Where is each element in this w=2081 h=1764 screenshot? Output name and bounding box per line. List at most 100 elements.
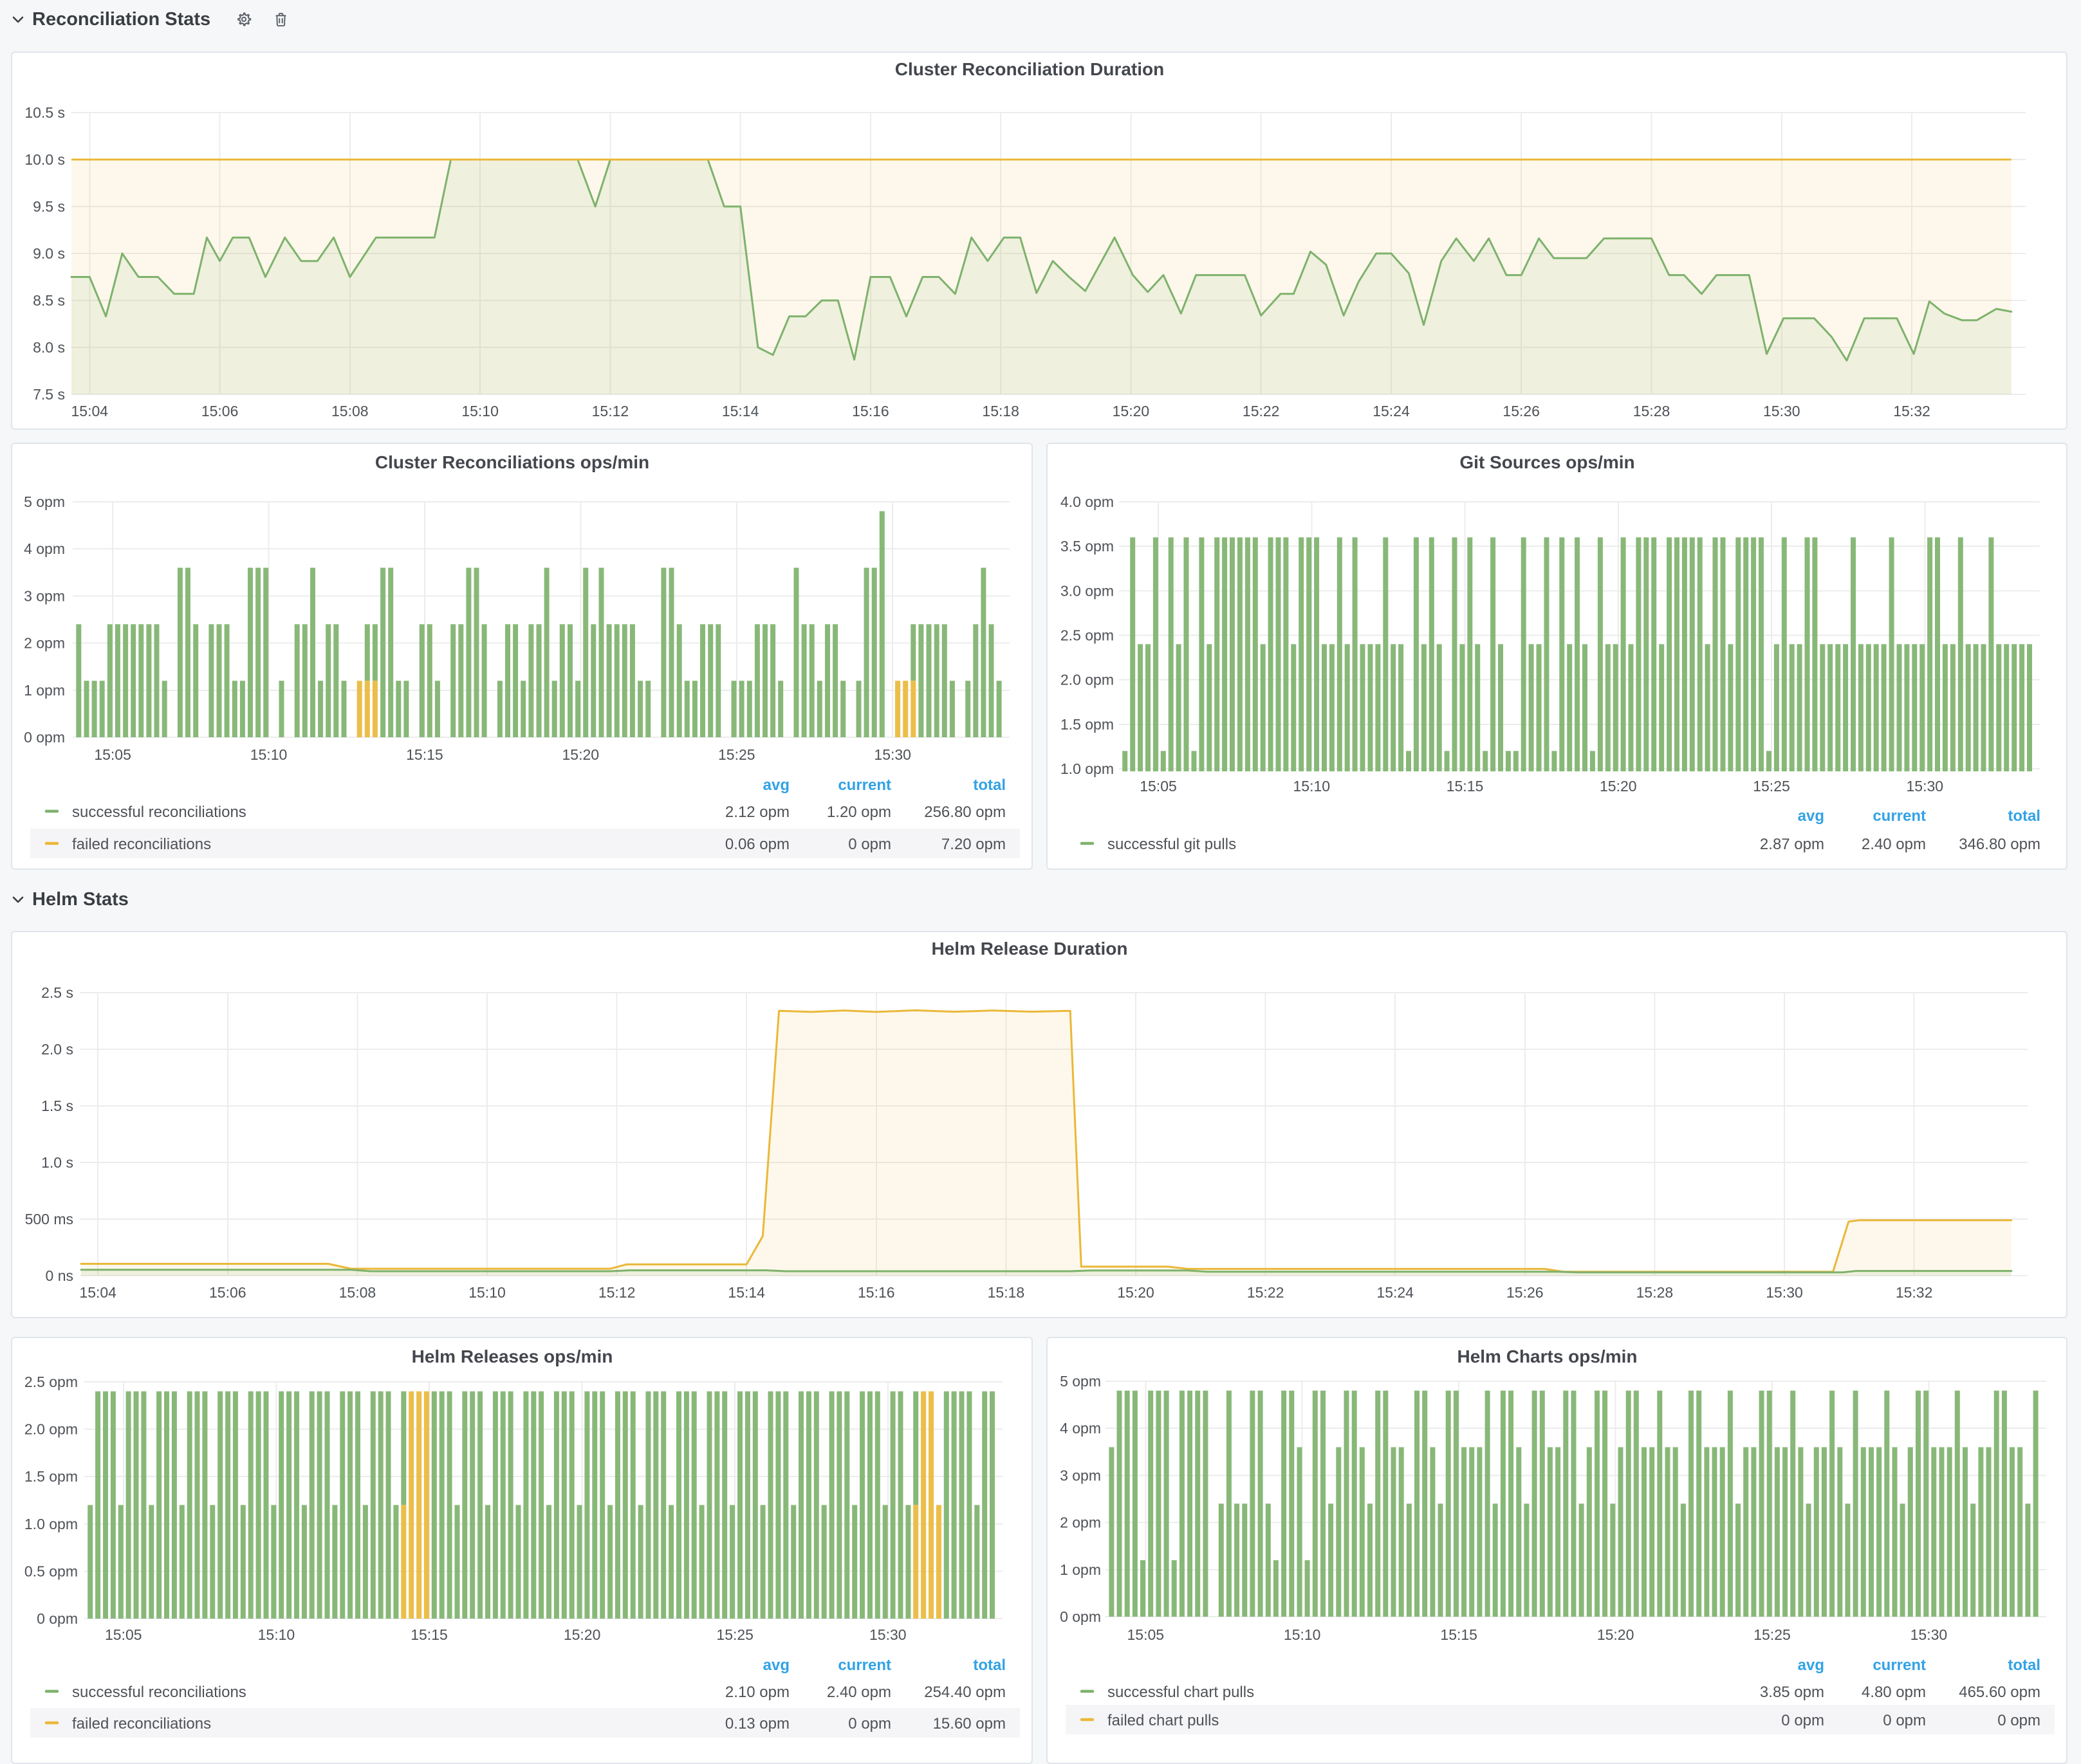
svg-text:500 ms: 500 ms xyxy=(25,1211,73,1227)
svg-text:15:04: 15:04 xyxy=(71,403,109,419)
svg-text:15:25: 15:25 xyxy=(1753,778,1790,795)
svg-text:256.80 opm: 256.80 opm xyxy=(924,804,1006,821)
svg-text:2 opm: 2 opm xyxy=(24,635,65,652)
svg-text:1.5 s: 1.5 s xyxy=(41,1098,73,1114)
svg-text:15:30: 15:30 xyxy=(1907,778,1944,795)
svg-text:15:15: 15:15 xyxy=(406,746,443,763)
svg-text:0 opm: 0 opm xyxy=(1781,1712,1824,1729)
svg-text:15:05: 15:05 xyxy=(1140,778,1177,795)
svg-text:1 opm: 1 opm xyxy=(1060,1561,1101,1578)
svg-text:1.5 opm: 1.5 opm xyxy=(24,1468,78,1485)
svg-text:total: total xyxy=(2008,1657,2040,1674)
svg-text:15:32: 15:32 xyxy=(1896,1284,1933,1301)
svg-text:15:12: 15:12 xyxy=(598,1284,636,1301)
svg-text:15:30: 15:30 xyxy=(1763,403,1800,419)
svg-text:15:16: 15:16 xyxy=(858,1284,895,1301)
svg-text:current: current xyxy=(838,1657,891,1674)
svg-text:15:15: 15:15 xyxy=(1440,1626,1477,1643)
svg-text:15:30: 15:30 xyxy=(869,1626,907,1643)
svg-text:failed reconciliations: failed reconciliations xyxy=(72,836,211,853)
svg-text:0.5 opm: 0.5 opm xyxy=(24,1563,78,1579)
svg-text:failed reconciliations: failed reconciliations xyxy=(72,1715,211,1732)
svg-text:1 opm: 1 opm xyxy=(24,682,65,699)
svg-text:0 opm: 0 opm xyxy=(24,729,65,746)
svg-text:failed chart pulls: failed chart pulls xyxy=(1107,1712,1219,1729)
svg-text:4.0 opm: 4.0 opm xyxy=(1060,493,1114,510)
svg-text:15:05: 15:05 xyxy=(94,746,131,763)
svg-text:15:08: 15:08 xyxy=(331,403,369,419)
svg-text:3 opm: 3 opm xyxy=(24,587,65,604)
svg-text:15:18: 15:18 xyxy=(982,403,1019,419)
svg-text:2.40 opm: 2.40 opm xyxy=(827,1684,891,1701)
svg-text:9.5 s: 9.5 s xyxy=(33,198,65,215)
svg-text:15.60 opm: 15.60 opm xyxy=(933,1715,1006,1732)
svg-text:15:14: 15:14 xyxy=(728,1284,765,1301)
svg-text:15:18: 15:18 xyxy=(988,1284,1025,1301)
svg-text:1.5 opm: 1.5 opm xyxy=(1060,716,1114,733)
svg-text:avg: avg xyxy=(1798,807,1824,825)
svg-text:0.06 opm: 0.06 opm xyxy=(725,836,790,853)
svg-text:15:30: 15:30 xyxy=(1910,1626,1948,1643)
svg-text:2.87 opm: 2.87 opm xyxy=(1760,836,1824,853)
svg-text:15:26: 15:26 xyxy=(1503,403,1540,419)
svg-text:15:25: 15:25 xyxy=(718,746,755,763)
svg-text:3.5 opm: 3.5 opm xyxy=(1060,538,1114,555)
svg-text:15:28: 15:28 xyxy=(1633,403,1670,419)
svg-text:10.5 s: 10.5 s xyxy=(24,104,65,121)
svg-text:10.0 s: 10.0 s xyxy=(24,151,65,168)
svg-text:1.0 opm: 1.0 opm xyxy=(24,1516,78,1532)
svg-text:4.80 opm: 4.80 opm xyxy=(1862,1684,1926,1701)
svg-text:total: total xyxy=(973,1657,1006,1674)
svg-text:15:06: 15:06 xyxy=(209,1284,246,1301)
svg-text:346.80 opm: 346.80 opm xyxy=(1959,836,2040,853)
svg-text:15:20: 15:20 xyxy=(1113,403,1150,419)
svg-text:15:20: 15:20 xyxy=(564,1626,601,1643)
svg-text:2.0 opm: 2.0 opm xyxy=(1060,672,1114,688)
svg-text:successful git pulls: successful git pulls xyxy=(1107,836,1236,853)
svg-text:total: total xyxy=(2008,807,2040,825)
svg-text:5 opm: 5 opm xyxy=(1060,1373,1101,1390)
svg-text:15:10: 15:10 xyxy=(1284,1626,1321,1643)
svg-text:5 opm: 5 opm xyxy=(24,493,65,510)
svg-text:Helm Release Duration: Helm Release Duration xyxy=(932,939,1128,959)
svg-text:0 opm: 0 opm xyxy=(1060,1608,1101,1625)
svg-text:15:10: 15:10 xyxy=(250,746,288,763)
svg-text:avg: avg xyxy=(763,776,790,794)
svg-text:0 opm: 0 opm xyxy=(37,1610,78,1627)
svg-text:2.5 opm: 2.5 opm xyxy=(1060,627,1114,644)
svg-text:2.12 opm: 2.12 opm xyxy=(725,804,790,821)
svg-text:1.20 opm: 1.20 opm xyxy=(827,804,891,821)
svg-text:2.0 opm: 2.0 opm xyxy=(24,1421,78,1438)
svg-text:0.13 opm: 0.13 opm xyxy=(725,1715,790,1732)
svg-text:3.0 opm: 3.0 opm xyxy=(1060,582,1114,599)
svg-text:15:22: 15:22 xyxy=(1247,1284,1284,1301)
svg-text:15:05: 15:05 xyxy=(1127,1626,1165,1643)
svg-text:2.10 opm: 2.10 opm xyxy=(725,1684,790,1701)
svg-text:successful chart pulls: successful chart pulls xyxy=(1107,1684,1254,1701)
svg-text:8.0 s: 8.0 s xyxy=(33,339,65,356)
svg-text:9.0 s: 9.0 s xyxy=(33,245,65,262)
svg-text:15:25: 15:25 xyxy=(716,1626,754,1643)
svg-text:15:26: 15:26 xyxy=(1506,1284,1544,1301)
svg-text:15:10: 15:10 xyxy=(461,403,499,419)
svg-text:2.40 opm: 2.40 opm xyxy=(1862,836,1926,853)
svg-text:15:24: 15:24 xyxy=(1376,1284,1414,1301)
svg-text:15:20: 15:20 xyxy=(562,746,600,763)
svg-text:current: current xyxy=(1873,807,1926,825)
svg-text:2 opm: 2 opm xyxy=(1060,1514,1101,1531)
svg-text:1.0 opm: 1.0 opm xyxy=(1060,760,1114,777)
svg-text:15:22: 15:22 xyxy=(1243,403,1280,419)
svg-text:4 opm: 4 opm xyxy=(1060,1420,1101,1437)
svg-text:avg: avg xyxy=(763,1657,790,1674)
svg-text:current: current xyxy=(1873,1657,1926,1674)
svg-text:0 opm: 0 opm xyxy=(1997,1712,2040,1729)
svg-text:15:10: 15:10 xyxy=(1293,778,1331,795)
svg-text:15:20: 15:20 xyxy=(1600,778,1637,795)
svg-text:7.20 opm: 7.20 opm xyxy=(941,836,1006,853)
svg-text:3 opm: 3 opm xyxy=(1060,1467,1101,1484)
svg-text:15:12: 15:12 xyxy=(592,403,629,419)
svg-text:15:10: 15:10 xyxy=(468,1284,506,1301)
svg-text:0 ns: 0 ns xyxy=(46,1267,73,1284)
svg-text:current: current xyxy=(838,776,891,794)
svg-text:254.40 opm: 254.40 opm xyxy=(924,1684,1006,1701)
